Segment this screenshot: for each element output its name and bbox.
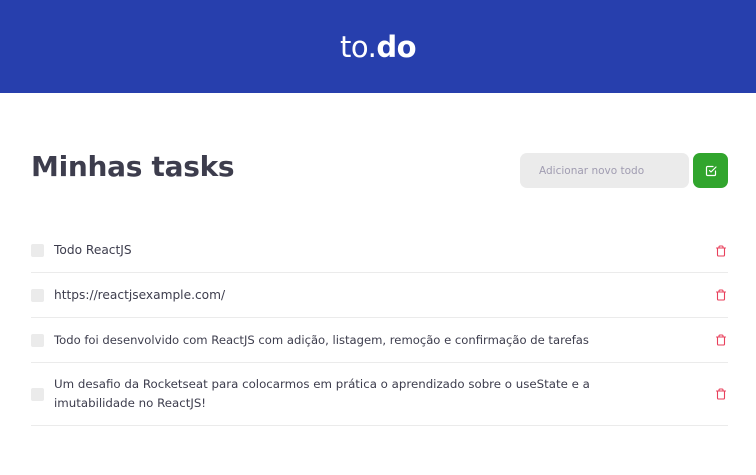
task-item: Todo foi desenvolvido com ReactJS com ad… <box>31 318 728 363</box>
task-text: Todo ReactJS <box>54 243 132 257</box>
task-checkbox[interactable] <box>31 244 44 257</box>
delete-task-button[interactable] <box>714 387 728 401</box>
new-task-input[interactable] <box>520 153 689 188</box>
add-task-form <box>520 153 728 188</box>
task-checkbox[interactable] <box>31 387 44 401</box>
task-checkbox[interactable] <box>31 333 44 347</box>
app-header: to.do <box>0 0 756 93</box>
app-logo: to.do <box>339 29 417 64</box>
delete-task-button[interactable] <box>714 333 728 347</box>
check-square-icon <box>705 165 717 177</box>
page-title: Minhas tasks <box>31 150 235 183</box>
task-item: Todo ReactJS <box>31 229 728 273</box>
trash-icon <box>715 289 727 301</box>
logo-text-light: to. <box>339 29 377 64</box>
trash-icon <box>715 244 727 257</box>
task-text: Todo foi desenvolvido com ReactJS com ad… <box>54 332 589 347</box>
task-checkbox[interactable] <box>31 288 44 302</box>
main-content: Minhas tasks Todo ReactJS <box>0 93 756 475</box>
task-list: Todo ReactJS https://reactjsexample.com/ <box>31 229 728 426</box>
task-item: https://reactjsexample.com/ <box>31 273 728 318</box>
add-task-button[interactable] <box>693 153 728 188</box>
trash-icon <box>715 388 727 400</box>
task-text: Um desafio da Rocketseat para colocarmos… <box>54 377 590 410</box>
task-text: https://reactjsexample.com/ <box>54 287 226 302</box>
trash-icon <box>715 334 727 346</box>
task-item: Um desafio da Rocketseat para colocarmos… <box>31 363 728 426</box>
delete-task-button[interactable] <box>714 288 728 302</box>
logo-text-bold: do <box>376 29 416 64</box>
delete-task-button[interactable] <box>714 244 728 258</box>
